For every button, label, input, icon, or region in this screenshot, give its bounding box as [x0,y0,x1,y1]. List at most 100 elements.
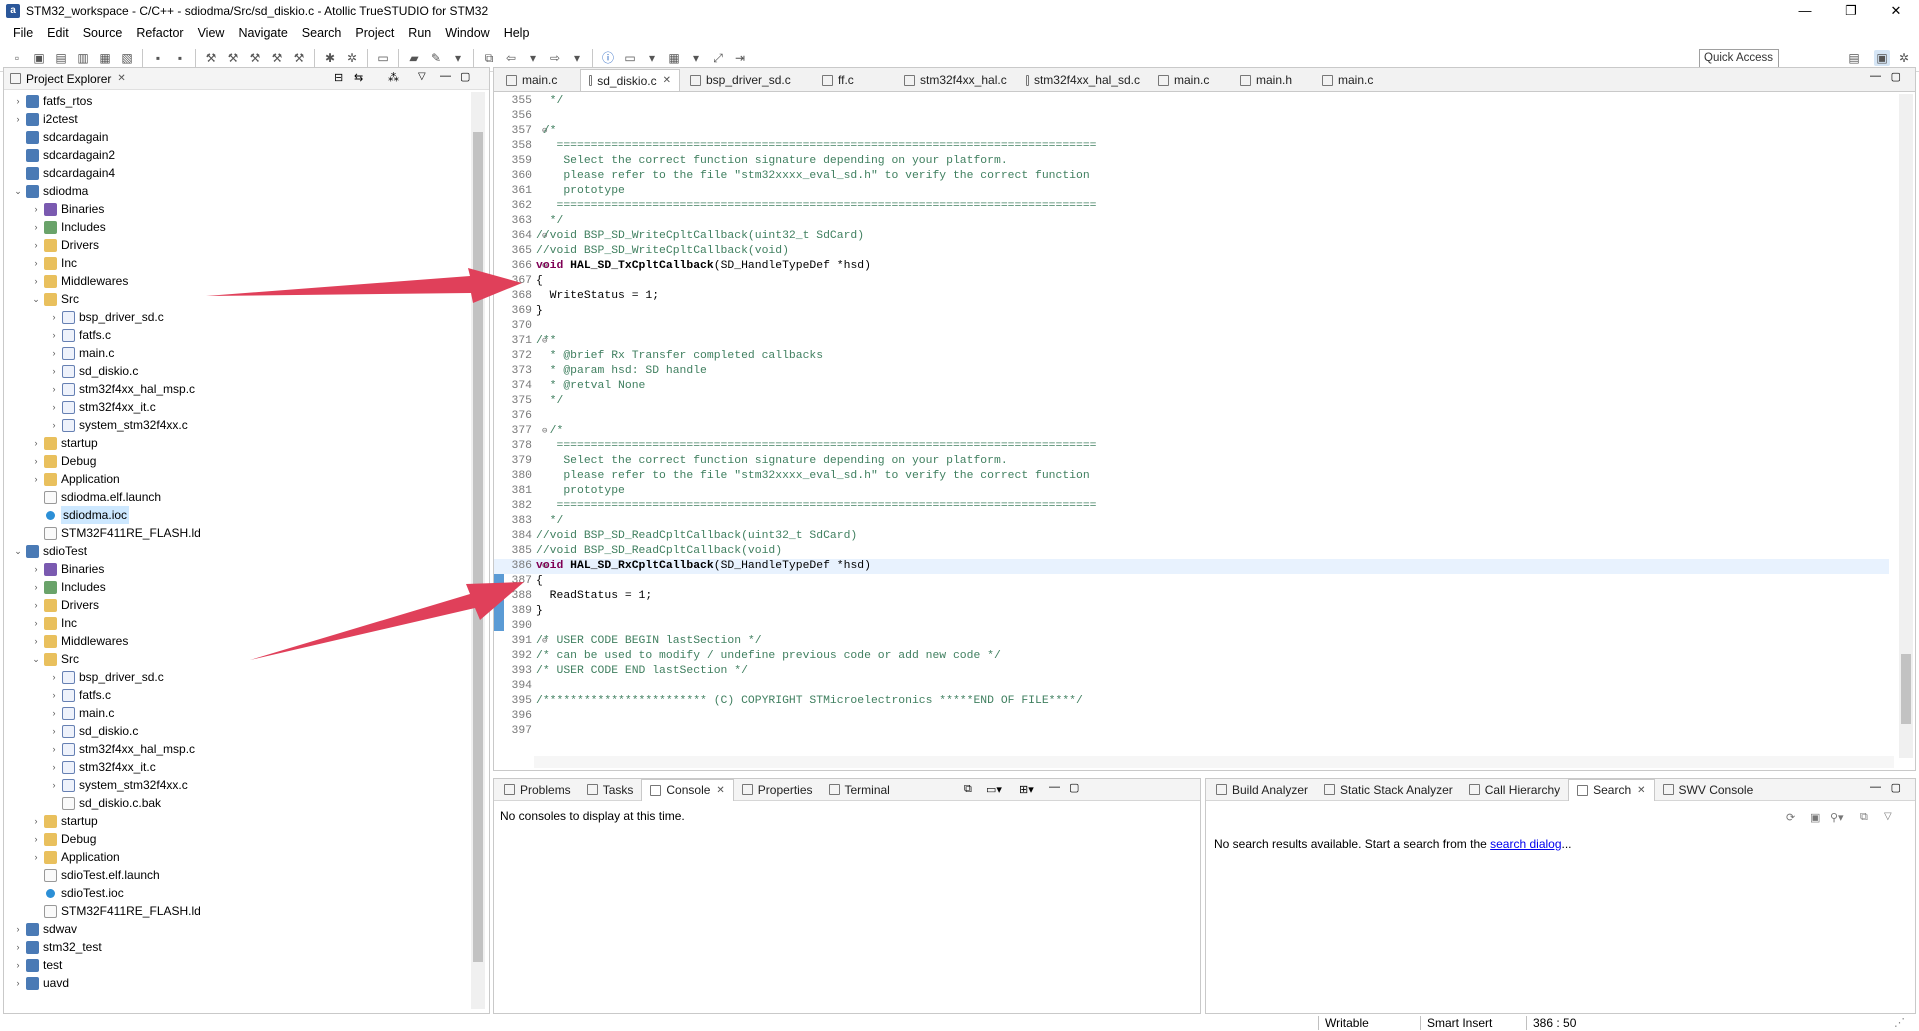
previous-searches-icon[interactable]: ⚲▾ [1830,811,1844,824]
tree-item[interactable]: › Debug [30,452,97,470]
code-line[interactable]: 360 please refer to the file "stm32xxxx_… [494,169,1889,184]
quick-access-input[interactable]: Quick Access [1699,49,1779,68]
tree-item[interactable]: › system_stm32f4xx.c [48,776,188,794]
chevron-right-icon[interactable]: › [48,758,60,776]
tree-item[interactable]: › Middlewares [30,632,129,650]
code-line[interactable]: 364 ⊖//void BSP_SD_WriteCpltCallback(uint… [494,229,1889,244]
tree-item[interactable]: sd_diskio.c.bak [48,794,161,812]
project-explorer-title[interactable]: Project Explorer [26,72,111,86]
minimize-view-icon[interactable]: — [440,70,451,82]
code-line[interactable]: 396 [494,709,1889,724]
editor-tab[interactable]: ff.c [814,69,894,91]
code-line[interactable]: 370 [494,319,1889,334]
tree-item[interactable]: › Middlewares [30,272,129,290]
export-icon[interactable]: ⇥ [732,50,748,66]
tree-item[interactable]: › uavd [12,974,70,992]
code-line[interactable]: 378 ====================================… [494,439,1889,454]
chevron-right-icon[interactable]: › [48,380,60,398]
build-icon[interactable]: ⚒ [203,50,219,66]
close-button[interactable]: ✕ [1873,0,1919,22]
tree-item[interactable]: ⌄ sdioTest [12,542,87,560]
minimize-button[interactable]: — [1782,0,1828,22]
debug-perspective-icon[interactable]: ✲ [1896,50,1912,66]
bottom-left-tab[interactable]: Problems [496,779,579,801]
editor-tab[interactable]: bsp_driver_sd.c [682,69,812,91]
editor-vertical-scrollbar[interactable] [1899,94,1913,758]
chevron-right-icon[interactable]: › [30,578,42,596]
tree-item[interactable]: › stm32f4xx_hal_msp.c [48,380,196,398]
tree-item[interactable]: › Includes [30,578,106,596]
code-line[interactable]: 369} [494,304,1889,319]
terminal-icon[interactable]: ▭ [375,50,391,66]
tree-item[interactable]: › Includes [30,218,106,236]
menu-file[interactable]: File [6,26,40,40]
maximize-button[interactable]: ❐ [1828,0,1874,22]
tree-item[interactable]: › stm32f4xx_it.c [48,398,156,416]
tree-item[interactable]: ⌄ Src [30,650,79,668]
link-editor-icon[interactable]: ⇆ [354,71,363,84]
chevron-down-icon[interactable]: ⌄ [12,182,24,200]
close-tab-icon[interactable]: ✕ [716,785,724,796]
editor-scrollbar-thumb[interactable] [1901,654,1911,724]
code-line[interactable]: 371 ⊖/** [494,334,1889,349]
chevron-down-icon[interactable]: ⌄ [30,650,42,668]
chevron-right-icon[interactable]: › [48,344,60,362]
bottom-left-tab[interactable]: Properties [734,779,821,801]
open-perspective-icon[interactable]: ▤ [1846,50,1862,66]
pin-search-icon[interactable]: ⧉ [1860,811,1868,824]
editor-tab[interactable]: stm32f4xx_hal_sd.c [1018,69,1148,91]
chevron-right-icon[interactable]: › [30,272,42,290]
code-line[interactable]: 393 /* USER CODE END lastSection */ [494,664,1889,679]
code-line[interactable]: 387 { [494,574,1889,589]
tree-item[interactable]: › system_stm32f4xx.c [48,416,188,434]
new-icon[interactable]: ▫ [9,50,25,66]
close-tab-icon[interactable]: ✕ [663,75,671,86]
bottom-right-tab[interactable]: Static Stack Analyzer [1316,779,1461,801]
build-config-icon[interactable]: ⚒ [291,50,307,66]
chevron-right-icon[interactable]: › [12,974,24,992]
code-line[interactable]: 368 WriteStatus = 1; [494,289,1889,304]
chevron-right-icon[interactable]: › [48,686,60,704]
code-line[interactable]: 388 ReadStatus = 1; [494,589,1889,604]
bottom-right-tab[interactable]: SWV Console [1655,779,1762,801]
menu-search[interactable]: Search [295,26,349,40]
import-icon[interactable]: ▧ [119,50,135,66]
chevron-right-icon[interactable]: › [48,704,60,722]
bug-icon[interactable]: ✲ [344,50,360,66]
chevron-right-icon[interactable]: › [30,614,42,632]
save-icon[interactable]: ▪ [150,50,166,66]
build-all-icon[interactable]: ⚒ [225,50,241,66]
tree-item[interactable]: › fatfs.c [48,326,112,344]
chevron-right-icon[interactable]: › [48,740,60,758]
filter-icon[interactable]: ⁂ [388,71,399,84]
close-tab-icon[interactable]: ✕ [1637,785,1645,796]
code-line[interactable]: 397 [494,724,1889,739]
chevron-right-icon[interactable]: › [30,830,42,848]
tree-item[interactable]: › startup [30,812,98,830]
menu-refactor[interactable]: Refactor [129,26,190,40]
chevron-down-icon[interactable]: ⌄ [30,290,42,308]
search-tool-icon[interactable]: ✎ [428,50,444,66]
tree-item[interactable]: › Binaries [30,200,105,218]
code-line[interactable]: 386 ⊖ void HAL_SD_RxCpltCallback(SD_Handle… [494,559,1889,574]
code-line[interactable]: 375 */ [494,394,1889,409]
chevron-right-icon[interactable]: › [30,812,42,830]
chevron-right-icon[interactable]: › [48,722,60,740]
tree-item[interactable]: › i2ctest [12,110,78,128]
refresh-search-icon[interactable]: ⟳ [1786,811,1795,824]
chevron-right-icon[interactable]: › [48,308,60,326]
console-maximize-icon[interactable]: ▢ [1069,781,1079,794]
chevron-right-icon[interactable]: › [30,632,42,650]
code-line[interactable]: 373 * @param hsd: SD handle [494,364,1889,379]
menu-run[interactable]: Run [401,26,438,40]
clean-icon[interactable]: ⚒ [269,50,285,66]
editor-tab[interactable]: main.h [1232,69,1312,91]
tree-item[interactable]: › bsp_driver_sd.c [48,668,164,686]
maximize-view-icon[interactable]: ▢ [460,70,470,83]
chevron-right-icon[interactable]: › [30,848,42,866]
code-line[interactable]: 383 */ [494,514,1889,529]
chevron-right-icon[interactable]: › [12,920,24,938]
tree-item[interactable]: › Debug [30,830,97,848]
window-icon[interactable]: ▭ [622,50,638,66]
tree-item[interactable]: sdiodma.elf.launch [30,488,161,506]
